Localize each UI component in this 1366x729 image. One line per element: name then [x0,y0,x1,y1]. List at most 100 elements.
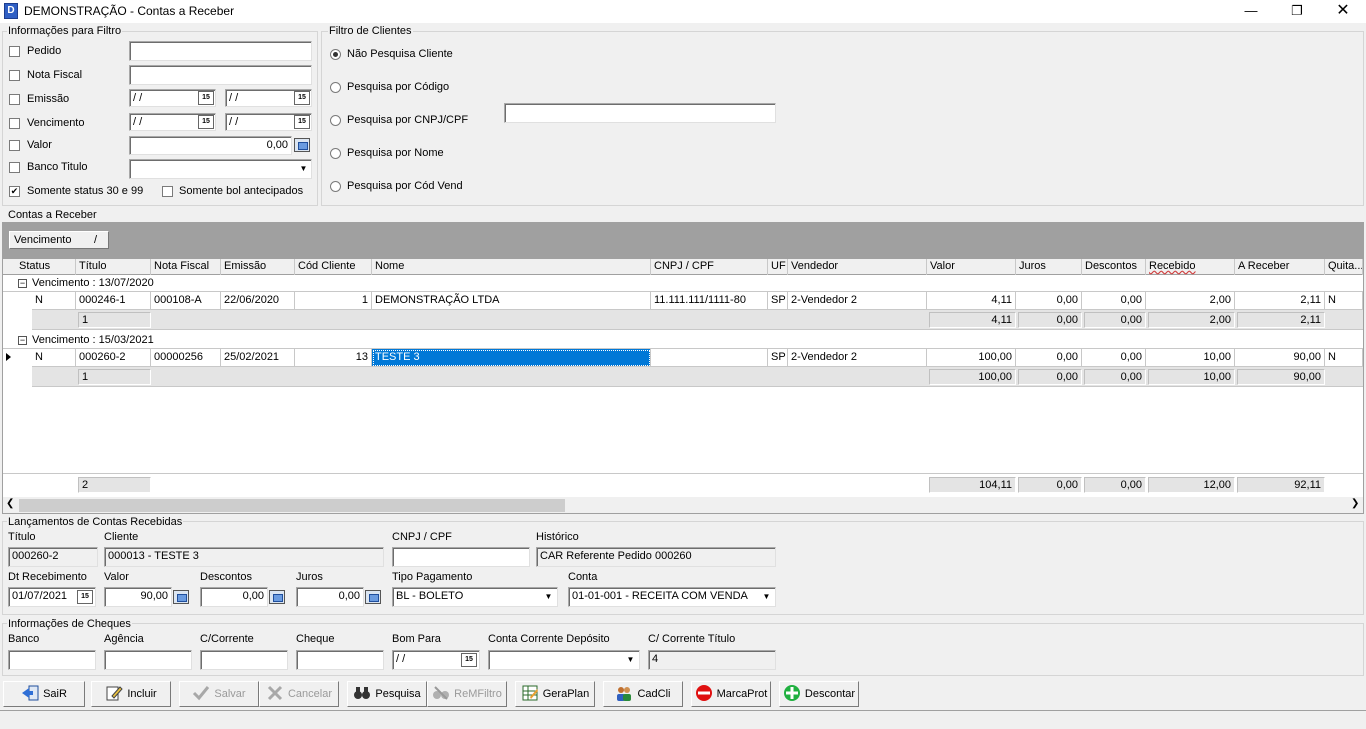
cadcli-button[interactable]: CadCli [603,681,683,707]
scrollbar-thumb[interactable] [19,499,565,512]
pedido-input[interactable] [129,41,312,61]
valor-checkbox[interactable] [9,140,20,151]
cancelar-button[interactable]: Cancelar [259,681,339,707]
chevron-down-icon[interactable]: ▼ [623,652,638,668]
banco-titulo-select[interactable] [129,159,312,179]
cell-valor[interactable]: 100,00 [927,349,1016,367]
scroll-left-icon[interactable]: ❮ [6,498,14,509]
cell-juros[interactable]: 0,00 [1016,292,1082,310]
cell-descontos[interactable]: 0,00 [1082,349,1146,367]
calendar-icon[interactable]: 15 [461,653,477,667]
marcaprot-button[interactable]: MarcaProt [691,681,771,707]
calendar-icon[interactable]: 15 [198,115,214,129]
cell-emissao[interactable]: 25/02/2021 [221,349,295,367]
pesquisa-button[interactable]: Pesquisa [347,681,427,707]
incluir-button[interactable]: Incluir [91,681,171,707]
cell-recebido[interactable]: 10,00 [1146,349,1235,367]
calculator-icon[interactable] [294,138,310,152]
client-search-input[interactable] [504,103,776,123]
cell-recebido[interactable]: 2,00 [1146,292,1235,310]
cell-areceber[interactable]: 90,00 [1235,349,1325,367]
column-header-valor[interactable]: Valor [927,259,1016,275]
column-header-uf[interactable]: UF [768,259,788,275]
somente-bol-checkbox[interactable] [162,186,173,197]
chevron-down-icon[interactable]: ▼ [296,161,311,177]
column-header-nota[interactable]: Nota Fiscal [151,259,221,275]
column-header-cnpj[interactable]: CNPJ / CPF [651,259,768,275]
banco-titulo-checkbox[interactable] [9,162,20,173]
cell-vendedor[interactable]: 2-Vendedor 2 [788,349,927,367]
cell-quita[interactable]: N [1325,349,1363,367]
cell-areceber[interactable]: 2,11 [1235,292,1325,310]
descontar-button[interactable]: Descontar [779,681,859,707]
close-button[interactable]: ✕ [1320,0,1366,23]
column-header-areceber[interactable]: A Receber [1235,259,1325,275]
column-header-status[interactable]: Status [16,259,76,275]
calendar-icon[interactable]: 15 [198,91,214,105]
descontos-input[interactable]: 0,00 [200,587,268,607]
pedido-checkbox[interactable] [9,46,20,57]
cell-status[interactable]: N [32,349,76,367]
cell-cnpj[interactable]: 11.111.111/1111-80 [651,292,768,310]
cell-valor[interactable]: 4,11 [927,292,1016,310]
vencimento-checkbox[interactable] [9,118,20,129]
calendar-icon[interactable]: 15 [294,115,310,129]
corrente-titulo-field[interactable]: 4 [648,650,776,670]
cell-cod[interactable]: 1 [295,292,372,310]
cell-nome[interactable]: DEMONSTRAÇÃO LTDA [372,292,651,310]
client-filter-radio-4[interactable] [330,181,341,192]
collapse-icon[interactable]: − [18,279,27,288]
cell-cod[interactable]: 13 [295,349,372,367]
cell-status[interactable]: N [32,292,76,310]
group-chip-vencimento[interactable]: Vencimento / [9,231,109,249]
calculator-icon[interactable] [269,590,285,604]
scroll-right-icon[interactable]: ❯ [1351,498,1359,509]
column-header-vendedor[interactable]: Vendedor [788,259,927,275]
cell-vendedor[interactable]: 2-Vendedor 2 [788,292,927,310]
conta-select[interactable]: 01-01-001 - RECEITA COM VENDA [568,587,776,607]
tipo-pagamento-select[interactable]: BL - BOLETO [392,587,558,607]
column-header-recebido[interactable]: Recebido [1146,259,1235,275]
client-filter-radio-3[interactable] [330,148,341,159]
agencia-input[interactable] [104,650,192,670]
column-header-emissao[interactable]: Emissão [221,259,295,275]
client-filter-radio-0[interactable] [330,49,341,60]
column-header-quita[interactable]: Quita... [1325,259,1363,275]
cell-titulo[interactable]: 000260-2 [76,349,151,367]
cliente-field[interactable]: 000013 - TESTE 3 [104,547,384,567]
cheque-input[interactable] [296,650,384,670]
client-filter-radio-2[interactable] [330,115,341,126]
valor-input[interactable]: 0,00 [129,136,292,155]
chevron-down-icon[interactable]: ▼ [759,589,774,605]
column-header-descontos[interactable]: Descontos [1082,259,1146,275]
historico-field[interactable]: CAR Referente Pedido 000260 [536,547,776,567]
group-row[interactable]: − Vencimento : 13/07/2020 [3,276,1363,292]
column-header-juros[interactable]: Juros [1016,259,1082,275]
banco-input[interactable] [8,650,96,670]
column-header-cod[interactable]: Cód Cliente [295,259,372,275]
cell-nome[interactable]: TESTE 3 [372,349,651,367]
group-row[interactable]: − Vencimento : 15/03/2021 [3,333,1363,349]
column-header-titulo[interactable]: Título [76,259,151,275]
somente-status-checkbox[interactable]: ✔ [9,186,20,197]
deposito-select[interactable] [488,650,640,670]
corrente-input[interactable] [200,650,288,670]
calculator-icon[interactable] [365,590,381,604]
cell-nota[interactable]: 00000256 [151,349,221,367]
cell-uf[interactable]: SP [768,349,788,367]
remfiltro-button[interactable]: ReMFiltro [427,681,507,707]
column-header-nome[interactable]: Nome [372,259,651,275]
calendar-icon[interactable]: 15 [77,590,93,604]
collapse-icon[interactable]: − [18,336,27,345]
nota-fiscal-input[interactable] [129,65,312,85]
nota-fiscal-checkbox[interactable] [9,70,20,81]
cnpj-field[interactable] [392,547,530,567]
cell-uf[interactable]: SP [768,292,788,310]
calendar-icon[interactable]: 15 [294,91,310,105]
emissao-checkbox[interactable] [9,94,20,105]
cell-quita[interactable]: N [1325,292,1363,310]
salvar-button[interactable]: Salvar [179,681,259,707]
cell-descontos[interactable]: 0,00 [1082,292,1146,310]
juros-input[interactable]: 0,00 [296,587,364,607]
titulo-field[interactable]: 000260-2 [8,547,98,567]
